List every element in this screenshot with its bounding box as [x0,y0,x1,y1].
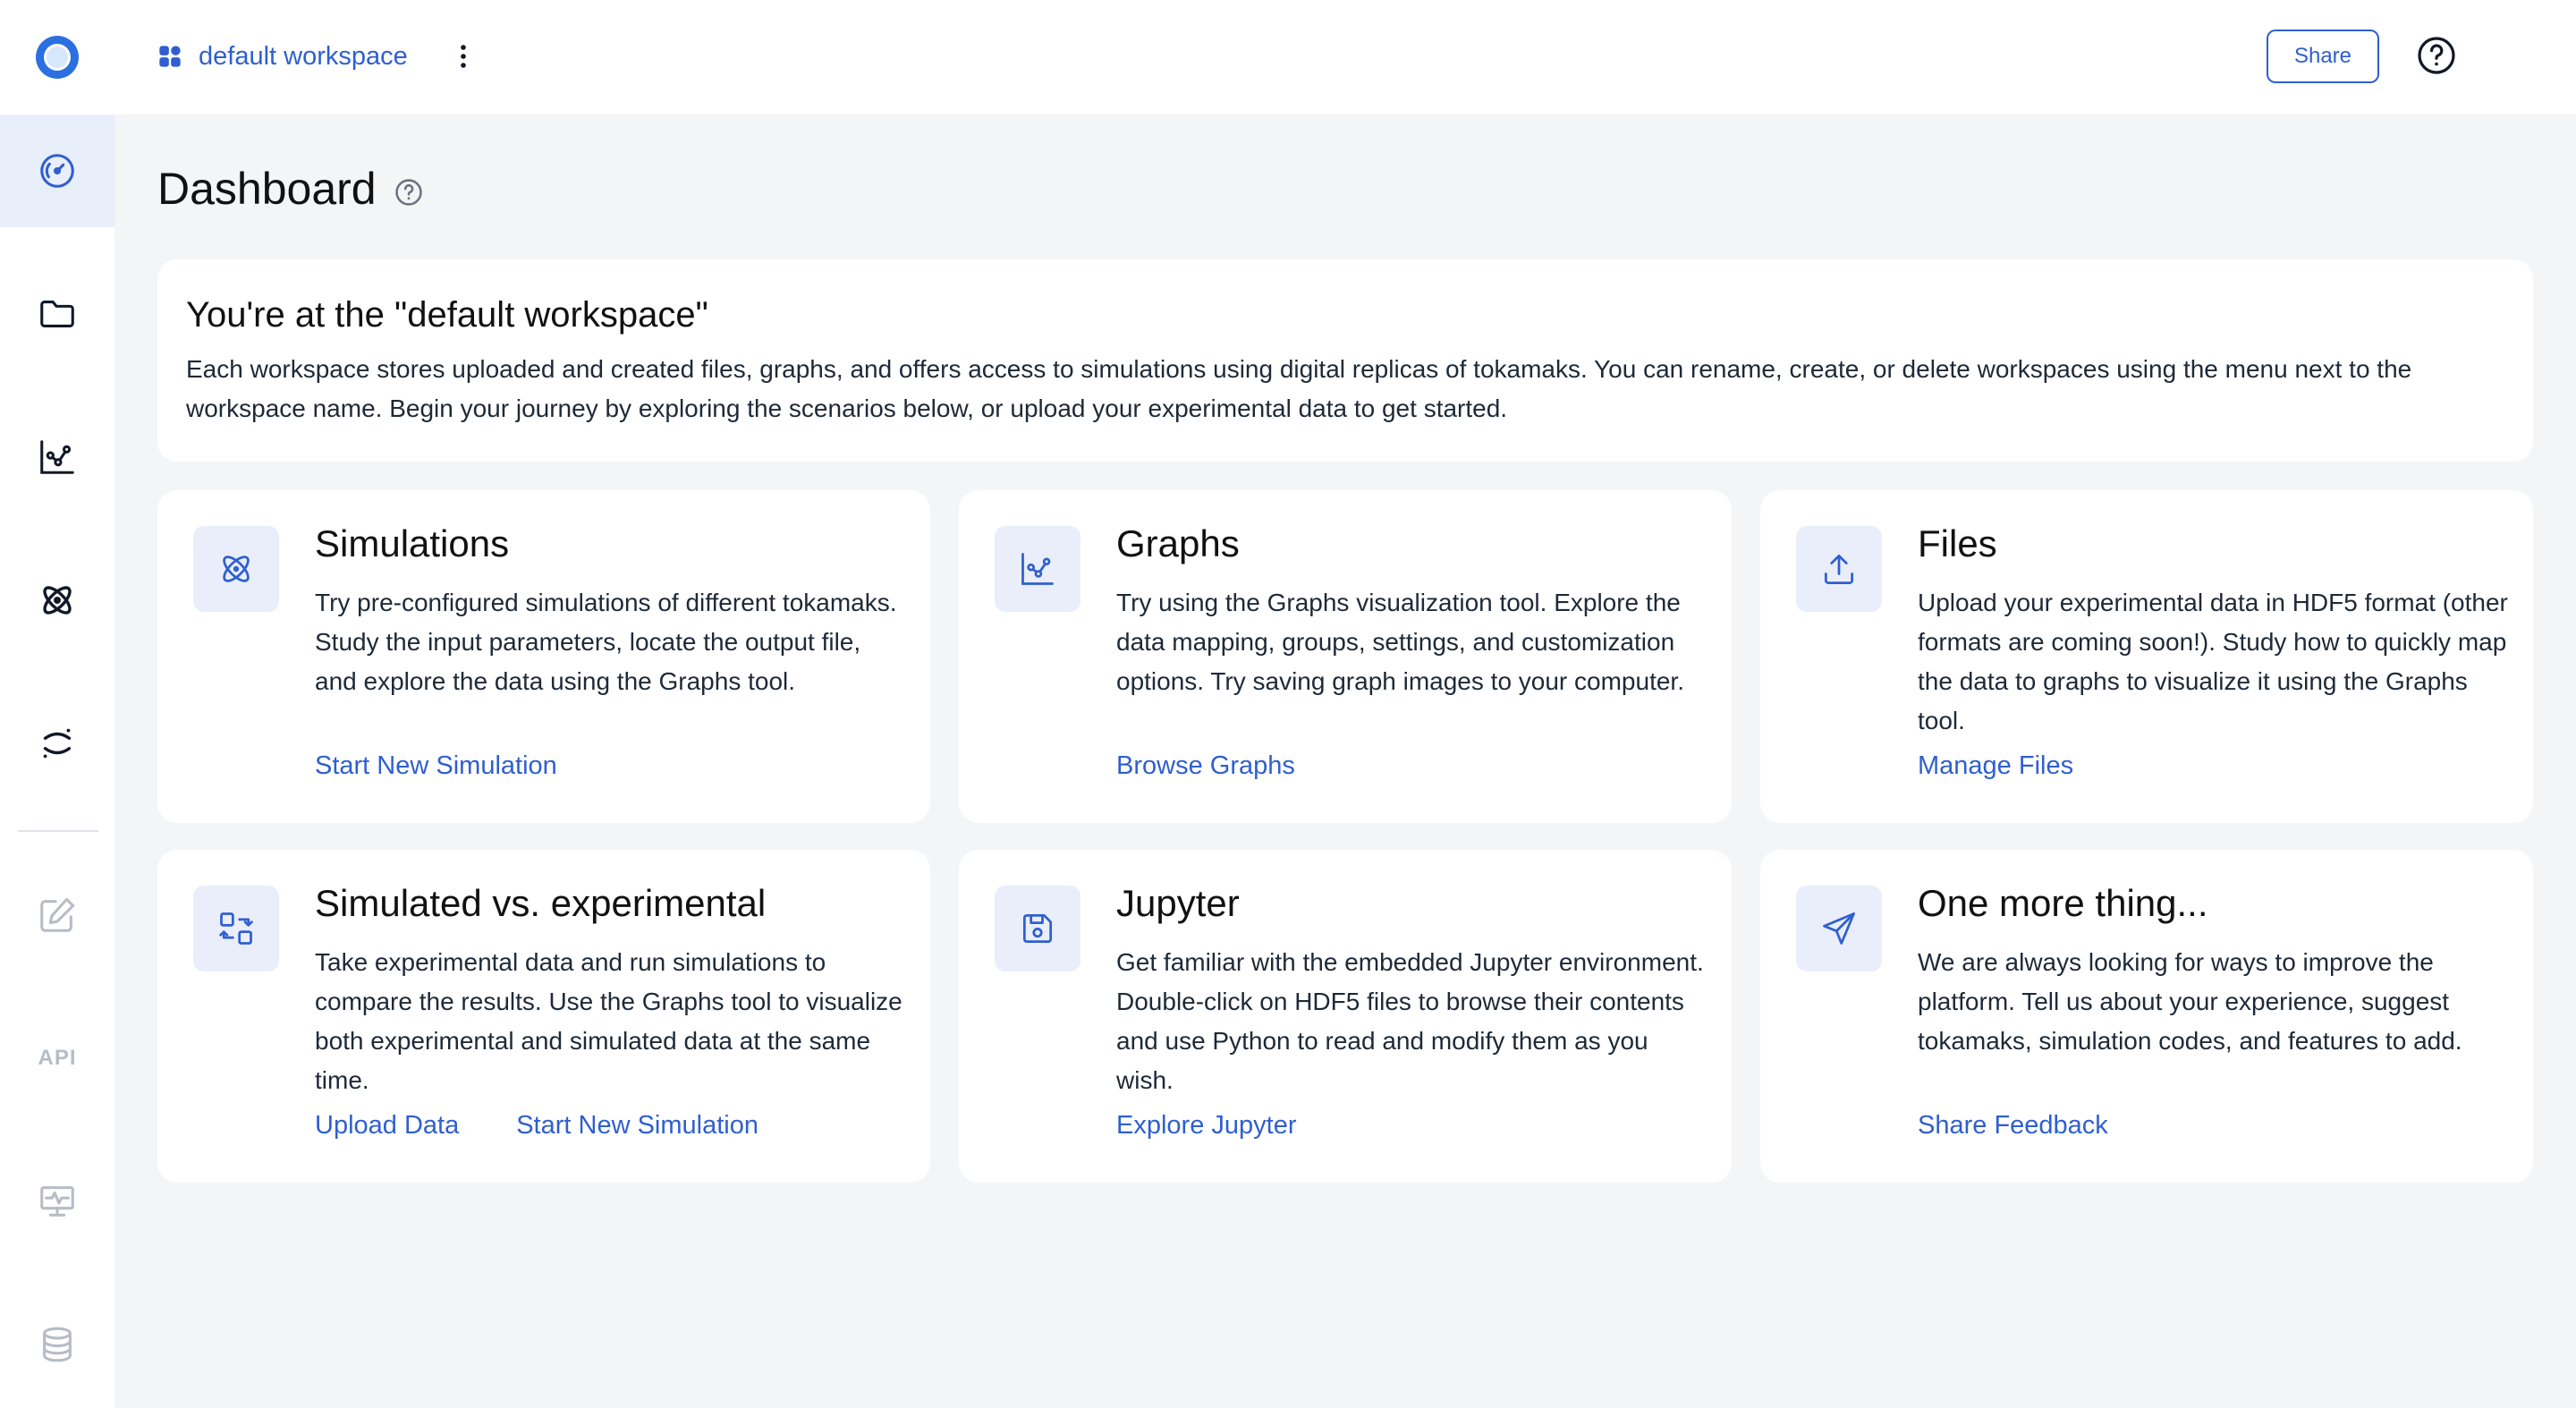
card-title: Simulated vs. experimental [315,882,767,924]
more-vertical-icon [461,45,466,68]
workspace-name: default workspace [199,41,408,71]
atom-icon [43,586,72,615]
help-circle-icon [395,179,422,206]
database-icon [43,1327,72,1362]
card-title: Files [1918,522,1997,564]
workspace-switcher[interactable]: default workspace [157,34,408,79]
top-bar: default workspace Share [114,0,2576,115]
card-title: Simulations [315,522,510,564]
card-description: Try using the Graphs visualization tool.… [1116,589,1684,695]
card-description: Upload your experimental data in HDF5 fo… [1918,589,2508,734]
sidebar: API [0,0,114,1408]
card-description: We are always looking for ways to improv… [1918,948,2462,1055]
graphs-icon-box [995,526,1080,612]
feedback-icon-box [1796,886,1882,971]
help-button[interactable] [2415,34,2458,77]
sidebar-item-database[interactable] [0,1288,114,1401]
sidebar-item-files[interactable] [0,258,114,370]
sidebar-item-dashboard[interactable] [0,115,114,227]
workspace-intro-card: You're at the "default workspace" Each w… [157,259,2533,462]
jupyter-card: Jupyter Get familiar with the embedded J… [959,850,1732,1183]
intro-heading: You're at the "default workspace" [186,295,708,335]
browse-graphs-link[interactable]: Browse Graphs [1116,751,1295,781]
edit-icon [40,897,75,932]
simulations-icon-box [193,526,279,612]
atom-icon [223,556,250,582]
chart-icon [40,440,74,474]
send-icon [1823,912,1855,945]
page-help-button[interactable] [394,177,424,208]
page-title: Dashboard [157,164,377,214]
help-circle-icon [2418,37,2455,74]
grid-icon [159,46,181,67]
files-icon-box [1796,526,1882,612]
intro-text: Each workspace stores uploaded and creat… [186,355,2412,422]
compare-arrows-icon [219,912,253,945]
manage-files-link[interactable]: Manage Files [1918,751,2073,781]
sidebar-item-jupyter[interactable] [0,687,114,800]
card-description: Get familiar with the embedded Jupyter e… [1116,948,1704,1094]
sidebar-divider [18,830,98,832]
graphs-card: Graphs Try using the Graphs visualizatio… [959,490,1732,823]
simulated-vs-experimental-card: Simulated vs. experimental Take experime… [157,850,930,1183]
feedback-card: One more thing... We are always looking … [1760,850,2533,1183]
start-new-simulation-link[interactable]: Start New Simulation [315,751,557,781]
sidebar-item-graphs[interactable] [0,401,114,513]
start-new-simulation-link[interactable]: Start New Simulation [516,1111,758,1141]
sidebar-item-notes[interactable] [0,859,114,971]
files-card: Files Upload your experimental data in H… [1760,490,2533,823]
sidebar-item-simulations[interactable] [0,544,114,657]
card-description: Take experimental data and run simulatio… [315,948,902,1094]
chart-icon [1021,553,1054,585]
card-title: Graphs [1116,522,1240,564]
upload-data-link[interactable]: Upload Data [315,1111,459,1141]
jupyter-icon [43,728,72,759]
card-title: One more thing... [1918,882,2208,924]
card-title: Jupyter [1116,882,1240,924]
share-feedback-link[interactable]: Share Feedback [1918,1111,2108,1141]
monitor-icon [40,1186,74,1217]
save-icon [1022,913,1053,944]
card-description: Try pre-configured simulations of differ… [315,589,897,695]
app-logo-icon[interactable] [34,34,80,81]
jupyter-icon-box [995,886,1080,971]
upload-icon [1824,554,1854,584]
api-label: API [38,1046,77,1070]
compare-icon-box [193,886,279,971]
simulations-card: Simulations Try pre-configured simulatio… [157,490,930,823]
folder-icon [40,301,74,327]
workspace-menu-button[interactable] [445,36,481,77]
explore-jupyter-link[interactable]: Explore Jupyter [1116,1111,1297,1141]
gauge-icon [40,154,74,188]
sidebar-item-monitor[interactable] [0,1145,114,1258]
sidebar-item-api[interactable]: API [0,1002,114,1115]
share-button[interactable]: Share [2267,30,2379,83]
